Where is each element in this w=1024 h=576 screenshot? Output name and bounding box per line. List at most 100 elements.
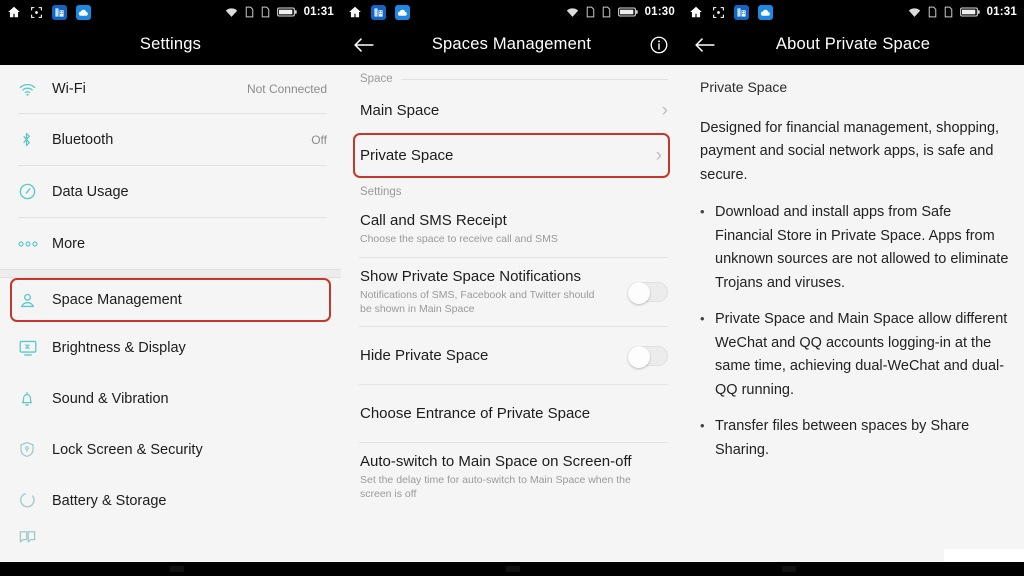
settings-row-label: Brightness & Display — [52, 339, 186, 356]
settings-row-space-management[interactable]: Space Management — [10, 278, 331, 322]
sim2-icon — [261, 6, 269, 18]
spaces-row-title: Main Space — [360, 101, 440, 119]
nav-hint-left[interactable] — [170, 566, 184, 572]
settings-row-label: More — [52, 235, 86, 252]
person-icon — [18, 291, 52, 310]
spaces-setting-show-private-notifications[interactable]: Show Private Space Notifications Notific… — [341, 258, 682, 326]
about-bullet-text: Download and install apps from Safe Fina… — [715, 204, 1009, 291]
grid-app-icon[interactable] — [371, 4, 386, 20]
panel-settings: 01:31 Settings Wi-Fi Not Connected Bluet… — [0, 0, 341, 576]
settings-row-value: Off — [311, 132, 327, 147]
titlebar-about: About Private Space — [682, 24, 1024, 65]
section-header-label: Space — [360, 73, 393, 85]
statusbar-clock: 01:31 — [303, 6, 334, 18]
spaces-setting-auto-switch[interactable]: Auto-switch to Main Space on Screen-off … — [341, 443, 682, 503]
spaces-row-main-space[interactable]: Main Space › — [341, 88, 682, 133]
toggle-knob — [628, 282, 650, 304]
more-dots-icon — [18, 239, 52, 249]
spaces-row-text: Main Space — [360, 102, 654, 120]
spaces-setting-text: Call and SMS Receipt Choose the space to… — [360, 212, 668, 246]
statusbar-right-icons: 01:30 — [566, 6, 675, 18]
settings-row-lock-screen-security[interactable]: Lock Screen & Security — [0, 424, 341, 475]
spaces-setting-title: Hide Private Space — [360, 347, 489, 364]
about-bullet-text: Private Space and Main Space allow diffe… — [715, 311, 1008, 398]
spaces-setting-title: Auto-switch to Main Space on Screen-off — [360, 453, 632, 470]
about-bullet-item: • Private Space and Main Space allow dif… — [700, 308, 1010, 402]
panel-spaces-management: 01:30 Spaces Management Space Main Space… — [341, 0, 682, 576]
settings-row-partial[interactable] — [0, 526, 341, 546]
statusbar-clock: 01:30 — [644, 6, 675, 18]
about-paragraph: Designed for financial management, shopp… — [700, 120, 1000, 183]
settings-row-wifi[interactable]: Wi-Fi Not Connected — [0, 65, 341, 113]
page-title-about: About Private Space — [775, 35, 931, 53]
bullet-dot-icon: • — [700, 311, 705, 327]
titlebar-spaces: Spaces Management — [341, 24, 682, 65]
spaces-setting-choose-entrance[interactable]: Choose Entrance of Private Space — [341, 385, 682, 442]
cloud-app-icon[interactable] — [758, 4, 773, 20]
settings-row-brightness-display[interactable]: Brightness & Display — [0, 322, 341, 373]
battery-icon — [959, 7, 980, 17]
android-navigation-bar[interactable] — [0, 562, 1024, 576]
titlebar-settings: Settings — [0, 24, 341, 65]
settings-row-label: Lock Screen & Security — [52, 441, 203, 458]
multi-panel-screenshot: 01:31 Settings Wi-Fi Not Connected Bluet… — [0, 0, 1024, 576]
panel-about-private-space: 01:31 About Private Space Private Space … — [682, 0, 1024, 576]
grid-app-icon[interactable] — [734, 4, 749, 20]
cloud-app-icon[interactable] — [76, 4, 91, 20]
statusbar-clock: 01:31 — [986, 6, 1017, 18]
spaces-setting-title: Call and SMS Receipt — [360, 211, 507, 229]
chat-icon — [18, 527, 52, 546]
bullet-dot-icon: • — [700, 204, 705, 220]
sim1-icon — [586, 6, 594, 18]
toggle-show-private-notifications[interactable] — [628, 282, 668, 304]
nav-hint-right[interactable] — [782, 566, 796, 572]
settings-row-bluetooth[interactable]: Bluetooth Off — [0, 114, 341, 165]
statusbar-settings: 01:31 — [0, 0, 341, 24]
spaces-setting-subtitle: Notifications of SMS, Facebook and Twitt… — [360, 288, 595, 315]
settings-row-more[interactable]: More — [0, 218, 341, 269]
about-bullet-list: • Download and install apps from Safe Fi… — [682, 187, 1024, 462]
settings-row-label: Data Usage — [52, 183, 129, 200]
page-title-settings: Settings — [139, 35, 202, 53]
spaces-setting-subtitle: Set the delay time for auto-switch to Ma… — [360, 474, 631, 501]
bell-icon — [18, 389, 52, 408]
back-arrow-icon[interactable] — [341, 24, 387, 65]
toggle-knob — [628, 345, 650, 368]
chevron-right-icon: › — [655, 145, 662, 166]
about-content: Private Space Designed for financial man… — [682, 65, 1024, 576]
home-icon — [690, 6, 702, 18]
about-heading: Private Space — [700, 79, 788, 95]
settings-row-sound-vibration[interactable]: Sound & Vibration — [0, 373, 341, 424]
chevron-right-icon: › — [661, 100, 668, 121]
wifi-icon — [566, 7, 578, 17]
gauge-icon — [18, 182, 52, 201]
section-header-line — [400, 78, 668, 80]
spaces-row-private-space[interactable]: Private Space › — [353, 133, 670, 178]
statusbar-spaces: 01:30 — [341, 0, 682, 24]
settings-row-data-usage[interactable]: Data Usage — [0, 166, 341, 217]
wifi-icon — [225, 7, 237, 17]
back-arrow-icon[interactable] — [682, 24, 728, 65]
spaces-row-text: Private Space — [360, 147, 648, 165]
spaces-setting-title: Show Private Space Notifications — [360, 267, 581, 285]
toggle-hide-private-space[interactable] — [628, 345, 668, 368]
settings-row-battery-storage[interactable]: Battery & Storage — [0, 475, 341, 526]
settings-row-space-management-wrapper: Space Management — [10, 278, 331, 322]
info-circle-icon[interactable] — [636, 24, 682, 65]
settings-row-label: Bluetooth — [52, 131, 114, 148]
nav-hint-center[interactable] — [506, 566, 520, 572]
home-icon — [349, 6, 361, 18]
grid-app-icon[interactable] — [52, 4, 67, 20]
sim1-icon — [928, 6, 936, 18]
spaces-setting-hide-private-space[interactable]: Hide Private Space — [341, 327, 682, 384]
spaces-setting-text: Show Private Space Notifications Notific… — [360, 268, 618, 316]
fullscreen-icon — [713, 6, 724, 18]
home-icon — [8, 6, 20, 18]
cloud-app-icon[interactable] — [395, 4, 410, 20]
spaces-setting-call-sms-receipt[interactable]: Call and SMS Receipt Choose the space to… — [341, 201, 682, 257]
settings-row-value: Not Connected — [246, 82, 327, 96]
bluetooth-icon — [18, 130, 52, 149]
sim2-icon — [944, 6, 952, 18]
settings-row-label: Wi-Fi — [52, 81, 86, 97]
wifi-icon — [18, 82, 52, 97]
